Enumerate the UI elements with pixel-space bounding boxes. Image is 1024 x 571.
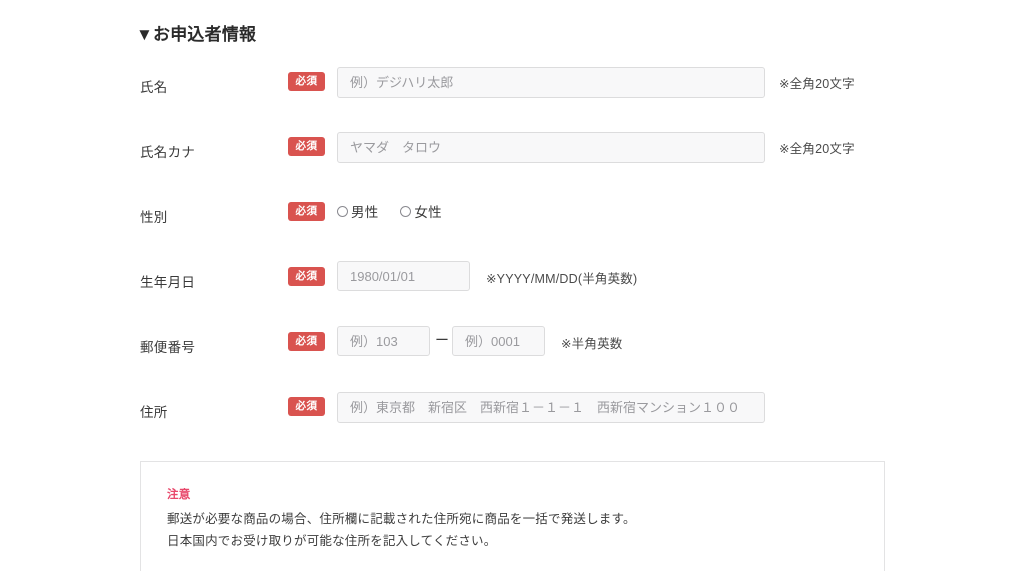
- hint-name-kana: ※全角20文字: [779, 142, 855, 156]
- gender-option-male-label: 男性: [351, 205, 379, 220]
- form-row-name: 氏名 必須 ※全角20文字: [0, 62, 1024, 127]
- label-address: 住所: [140, 405, 168, 420]
- hint-postal-code: ※半角英数: [561, 337, 623, 351]
- gender-option-male[interactable]: 男性: [337, 201, 378, 221]
- gender-option-female[interactable]: 女性: [400, 201, 442, 221]
- form-row-postal-code: 郵便番号 必須 ー ※半角英数: [0, 322, 1024, 387]
- form-row-name-kana: 氏名カナ 必須 ※全角20文字: [0, 127, 1024, 192]
- required-badge-name: 必須: [288, 72, 325, 91]
- required-badge-address: 必須: [288, 397, 325, 416]
- section-heading-applicant-info: ▼お申込者情報: [136, 25, 257, 44]
- gender-option-female-label: 女性: [414, 205, 442, 220]
- applicant-info-form: 氏名 必須 ※全角20文字 氏名カナ 必須 ※全角20文字 性別 必須 男性: [0, 62, 1024, 452]
- required-badge-name-kana: 必須: [288, 137, 325, 156]
- form-row-address: 住所 必須: [0, 387, 1024, 452]
- notice-line-1: 郵送が必要な商品の場合、住所欄に記載された住所宛に商品を一括で発送します。: [167, 512, 636, 526]
- required-badge-postal-code: 必須: [288, 332, 325, 351]
- form-row-gender: 性別 必須 男性 女性: [0, 192, 1024, 257]
- address-input[interactable]: [337, 392, 765, 423]
- label-birthdate: 生年月日: [140, 275, 196, 290]
- notice-line-2: 日本国内でお受け取りが可能な住所を記入してください。: [167, 533, 497, 548]
- label-gender: 性別: [140, 210, 168, 225]
- radio-circle-icon[interactable]: [400, 205, 412, 217]
- form-row-birthdate: 生年月日 必須 ※YYYY/MM/DD(半角英数): [0, 257, 1024, 322]
- postal-code-second-input[interactable]: [452, 326, 545, 356]
- gender-radio-group: 男性 女性: [337, 201, 442, 221]
- required-badge-gender: 必須: [288, 202, 325, 221]
- application-form-page: ▼お申込者情報 氏名 必須 ※全角20文字 氏名カナ 必須 ※全角20文字 性別…: [0, 0, 1024, 571]
- radio-circle-icon[interactable]: [337, 205, 348, 217]
- label-postal-code: 郵便番号: [140, 340, 196, 355]
- birthdate-input[interactable]: [337, 261, 470, 291]
- required-badge-birthdate: 必須: [288, 267, 325, 286]
- name-input[interactable]: [337, 67, 765, 98]
- label-name: 氏名: [140, 80, 168, 95]
- label-name-kana: 氏名カナ: [140, 145, 196, 160]
- postal-code-separator: ー: [435, 332, 449, 348]
- hint-birthdate: ※YYYY/MM/DD(半角英数): [486, 272, 638, 286]
- postal-code-first-input[interactable]: [337, 326, 430, 356]
- name-kana-input[interactable]: [337, 132, 765, 163]
- notice-box: 注意 郵送が必要な商品の場合、住所欄に記載された住所宛に商品を一括で発送します。…: [140, 461, 885, 571]
- hint-name: ※全角20文字: [779, 77, 855, 91]
- notice-title: 注意: [167, 489, 191, 501]
